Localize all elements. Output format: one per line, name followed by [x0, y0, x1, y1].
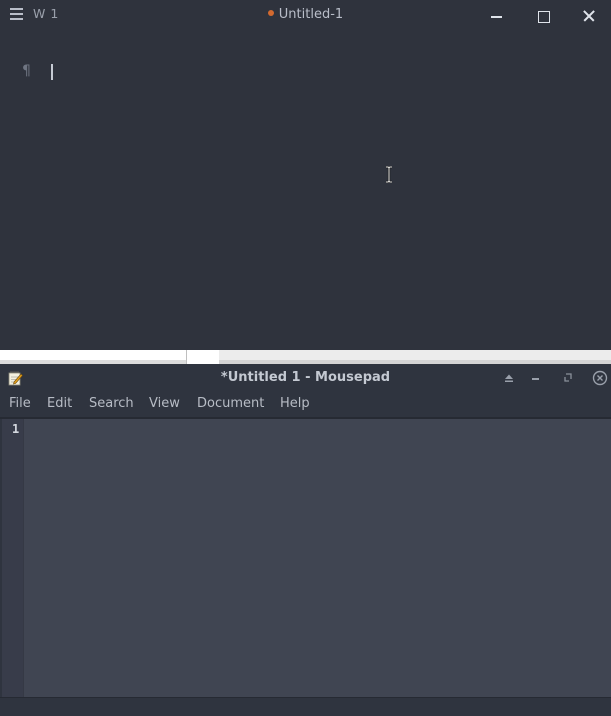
minimize-button[interactable] — [528, 370, 544, 386]
pilcrow-icon: ¶ — [22, 63, 31, 79]
menu-help[interactable]: Help — [280, 396, 310, 411]
menu-document[interactable]: Document — [197, 396, 264, 411]
mousepad-statusbar — [0, 697, 611, 716]
panel-segment — [0, 350, 186, 364]
close-icon — [592, 370, 608, 386]
menu-file[interactable]: File — [9, 396, 31, 411]
line-number-gutter: 1 — [2, 419, 24, 697]
mousepad-titlebar[interactable]: *Untitled 1 - Mousepad — [0, 364, 611, 392]
maximize-icon — [564, 373, 572, 382]
panel-segment — [219, 350, 611, 364]
document-title: Untitled-1 — [278, 7, 344, 22]
menu-icon[interactable] — [10, 8, 23, 20]
window-title: Untitled-1 — [0, 7, 611, 22]
mousepad-app-icon — [8, 371, 23, 386]
top-editor-window: W 1 Untitled-1 ¶ — [0, 0, 611, 350]
maximize-button[interactable] — [560, 370, 576, 386]
shade-icon — [505, 374, 513, 382]
menu-search[interactable]: Search — [89, 396, 134, 411]
mousepad-window: *Untitled 1 - Mousepad File Edit Search … — [0, 364, 611, 716]
mousepad-title: *Untitled 1 - Mousepad — [220, 370, 391, 385]
menu-edit[interactable]: Edit — [47, 396, 72, 411]
top-titlebar[interactable]: W 1 Untitled-1 — [0, 0, 611, 32]
desktop-strip — [0, 350, 611, 364]
close-button[interactable] — [592, 370, 608, 386]
menu-view[interactable]: View — [149, 396, 180, 411]
word-count: W 1 — [33, 6, 59, 21]
minimize-button[interactable] — [487, 6, 507, 26]
editor-text-area[interactable] — [45, 40, 605, 340]
text-caret — [51, 64, 53, 80]
mousepad-menubar: File Edit Search View Document Help — [0, 392, 611, 416]
shade-button[interactable] — [501, 370, 517, 386]
line-number: 1 — [12, 422, 20, 436]
panel-segment — [187, 350, 219, 364]
maximize-button[interactable] — [533, 6, 553, 26]
mousepad-text-area[interactable]: 1 — [2, 419, 611, 697]
unsaved-indicator-icon — [267, 10, 274, 16]
close-button[interactable] — [579, 6, 599, 26]
